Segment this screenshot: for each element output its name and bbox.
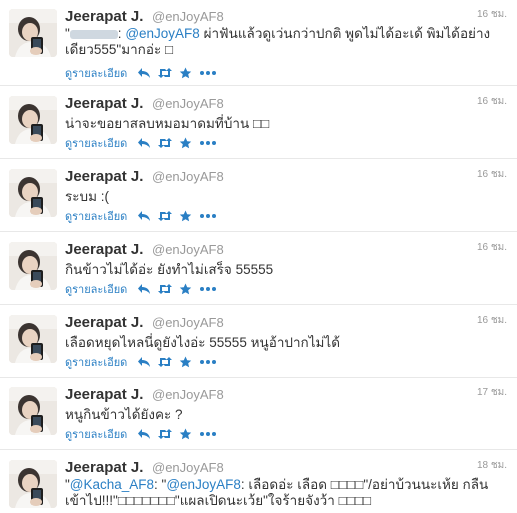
tweet-timestamp[interactable]: 16 ชม. bbox=[477, 313, 507, 328]
tweet-text: "@Kacha_AF8: "@enJoyAF8: เลือดอ่ะ เลือด … bbox=[65, 477, 505, 509]
timeline: Jeerapat J. @enJoyAF8 16 ชม. ": @enJoyAF… bbox=[0, 0, 517, 513]
avatar[interactable] bbox=[9, 460, 57, 508]
retweet-icon[interactable] bbox=[157, 428, 173, 440]
tweet-author-handle[interactable]: @enJoyAF8 bbox=[152, 242, 224, 257]
tweet[interactable]: Jeerapat J. @enJoyAF8 16 ชม. น่าจะขอยาสล… bbox=[0, 87, 517, 159]
tweet-actions: ดูรายละเอียด bbox=[65, 66, 223, 80]
tweet-text: น่าจะขอยาสลบหมอมาดมที่บ้าน □□ bbox=[65, 116, 270, 131]
tweet-author-handle[interactable]: @enJoyAF8 bbox=[152, 169, 224, 184]
more-icon[interactable] bbox=[199, 428, 217, 440]
retweet-icon[interactable] bbox=[157, 137, 173, 149]
tweet[interactable]: Jeerapat J. @enJoyAF8 16 ชม. ": @enJoyAF… bbox=[0, 0, 517, 86]
tweet-author-name[interactable]: Jeerapat J. bbox=[65, 8, 143, 25]
tweet-actions: ดูรายละเอียด bbox=[65, 355, 223, 369]
more-icon[interactable] bbox=[199, 356, 217, 368]
tweet-text: กินข้าวไม่ได้อ่ะ ยังทำไม่เสร็จ 55555 bbox=[65, 262, 274, 277]
tweet[interactable]: Jeerapat J. @enJoyAF8 18 ชม. "@Kacha_AF8… bbox=[0, 451, 517, 513]
tweet-timestamp[interactable]: 17 ชม. bbox=[477, 385, 507, 400]
view-details-link[interactable]: ดูรายละเอียด bbox=[65, 353, 127, 371]
favorite-icon[interactable] bbox=[179, 67, 193, 79]
tweet[interactable]: Jeerapat J. @enJoyAF8 16 ชม. ระบม :( ดูร… bbox=[0, 160, 517, 232]
avatar[interactable] bbox=[9, 387, 57, 435]
tweet-author-handle[interactable]: @enJoyAF8 bbox=[152, 387, 224, 402]
tweet-actions: ดูรายละเอียด bbox=[65, 209, 223, 223]
tweet-timestamp[interactable]: 16 ชม. bbox=[477, 240, 507, 255]
retweet-icon[interactable] bbox=[157, 356, 173, 368]
reply-icon[interactable] bbox=[137, 137, 151, 149]
tweet-actions: ดูรายละเอียด bbox=[65, 282, 223, 296]
favorite-icon[interactable] bbox=[179, 356, 193, 368]
mention-link[interactable]: @enJoyAF8 bbox=[125, 26, 200, 41]
avatar[interactable] bbox=[9, 96, 57, 144]
view-details-link[interactable]: ดูรายละเอียด bbox=[65, 425, 127, 443]
tweet-timestamp[interactable]: 16 ชม. bbox=[477, 7, 507, 22]
tweet-author-name[interactable]: Jeerapat J. bbox=[65, 386, 143, 403]
tweet-author-name[interactable]: Jeerapat J. bbox=[65, 241, 143, 258]
tweet-text: หนูกินข้าวได้ยังคะ ? bbox=[65, 407, 183, 422]
view-details-link[interactable]: ดูรายละเอียด bbox=[65, 280, 127, 298]
mention-link[interactable]: @enJoyAF8 bbox=[166, 477, 241, 492]
reply-icon[interactable] bbox=[137, 67, 151, 79]
tweet-text: เลือดหยุดไหลนี่ดูยังไงอ่ะ 55555 หนูอ้าปา… bbox=[65, 335, 340, 350]
more-icon[interactable] bbox=[199, 137, 217, 149]
tweet-timestamp[interactable]: 16 ชม. bbox=[477, 167, 507, 182]
tweet-text: ระบม :( bbox=[65, 189, 109, 204]
avatar[interactable] bbox=[9, 242, 57, 290]
avatar[interactable] bbox=[9, 169, 57, 217]
retweet-icon[interactable] bbox=[157, 283, 173, 295]
reply-icon[interactable] bbox=[137, 210, 151, 222]
view-details-link[interactable]: ดูรายละเอียด bbox=[65, 207, 127, 225]
tweet-actions: ดูรายละเอียด bbox=[65, 427, 223, 441]
tweet[interactable]: Jeerapat J. @enJoyAF8 17 ชม. หนูกินข้าวไ… bbox=[0, 378, 517, 450]
blurred-mention bbox=[69, 29, 118, 39]
tweet-author-name[interactable]: Jeerapat J. bbox=[65, 314, 143, 331]
reply-icon[interactable] bbox=[137, 283, 151, 295]
more-icon[interactable] bbox=[199, 67, 217, 79]
tweet[interactable]: Jeerapat J. @enJoyAF8 16 ชม. กินข้าวไม่ไ… bbox=[0, 233, 517, 305]
reply-icon[interactable] bbox=[137, 428, 151, 440]
more-icon[interactable] bbox=[199, 283, 217, 295]
tweet-timestamp[interactable]: 16 ชม. bbox=[477, 94, 507, 109]
retweet-icon[interactable] bbox=[157, 67, 173, 79]
tweet-author-handle[interactable]: @enJoyAF8 bbox=[152, 96, 224, 111]
favorite-icon[interactable] bbox=[179, 428, 193, 440]
mention-link[interactable]: @Kacha_AF8 bbox=[70, 477, 154, 492]
avatar[interactable] bbox=[9, 315, 57, 363]
more-icon[interactable] bbox=[199, 210, 217, 222]
tweet-author-handle[interactable]: @enJoyAF8 bbox=[152, 460, 224, 475]
reply-icon[interactable] bbox=[137, 356, 151, 368]
tweet-timestamp[interactable]: 18 ชม. bbox=[477, 458, 507, 473]
view-details-link[interactable]: ดูรายละเอียด bbox=[65, 64, 127, 82]
tweet-author-handle[interactable]: @enJoyAF8 bbox=[152, 315, 224, 330]
tweet-author-handle[interactable]: @enJoyAF8 bbox=[152, 9, 224, 24]
tweet[interactable]: Jeerapat J. @enJoyAF8 16 ชม. เลือดหยุดไห… bbox=[0, 306, 517, 378]
tweet-author-name[interactable]: Jeerapat J. bbox=[65, 95, 143, 112]
tweet-author-name[interactable]: Jeerapat J. bbox=[65, 168, 143, 185]
view-details-link[interactable]: ดูรายละเอียด bbox=[65, 134, 127, 152]
tweet-text-segment: : " bbox=[154, 477, 167, 492]
avatar[interactable] bbox=[9, 9, 57, 57]
favorite-icon[interactable] bbox=[179, 283, 193, 295]
tweet-author-name[interactable]: Jeerapat J. bbox=[65, 459, 143, 476]
retweet-icon[interactable] bbox=[157, 210, 173, 222]
favorite-icon[interactable] bbox=[179, 210, 193, 222]
tweet-actions: ดูรายละเอียด bbox=[65, 136, 223, 150]
tweet-text: ": @enJoyAF8 ผ่าฟันแล้วดูเว่นกว่าปกติ พู… bbox=[65, 26, 505, 58]
favorite-icon[interactable] bbox=[179, 137, 193, 149]
